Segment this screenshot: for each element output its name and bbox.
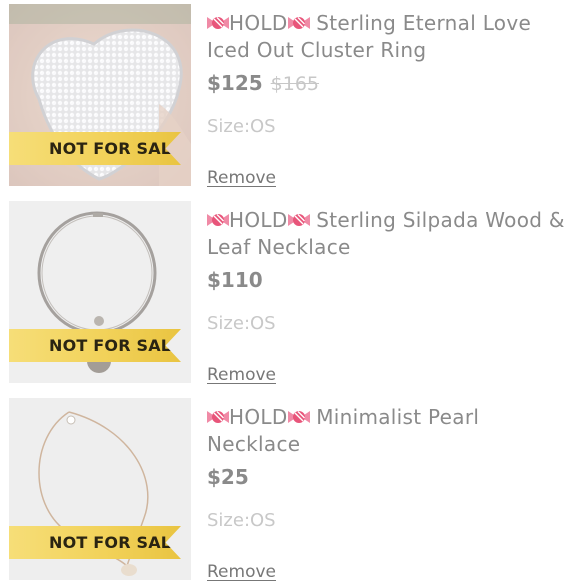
item-size: Size:OS: [207, 313, 276, 334]
price-row: $125 $165: [207, 71, 572, 99]
not-for-sale-badge: NOT FOR SALE: [9, 526, 181, 559]
hold-label: HOLD: [229, 11, 288, 35]
list-item: NOT FOR SALE HOLD Sterling Silpada Wood …: [0, 201, 580, 386]
list-item: NOT FOR SALE HOLD Sterling Eternal Love …: [0, 4, 580, 189]
candy-icon: [287, 406, 310, 424]
price-row: $110: [207, 268, 572, 296]
item-info: HOLD Minimalist Pearl Necklace $25 Size:…: [207, 398, 572, 582]
hold-label: HOLD: [229, 405, 288, 429]
remove-link[interactable]: Remove: [207, 168, 276, 188]
candy-icon: [207, 406, 229, 424]
price-row: $25: [207, 465, 572, 493]
item-original-price: $165: [270, 73, 320, 95]
item-price: $25: [207, 465, 249, 489]
item-info: HOLD Sterling Silpada Wood & Leaf Neckla…: [207, 201, 572, 385]
item-title[interactable]: HOLD Minimalist Pearl Necklace: [207, 398, 572, 458]
candy-icon: [207, 12, 229, 30]
list-item: NOT FOR SALE HOLD Minimalist Pearl Neckl…: [0, 398, 580, 583]
not-for-sale-badge: NOT FOR SALE: [9, 329, 181, 362]
item-size: Size:OS: [207, 116, 276, 137]
candy-icon: [207, 209, 229, 227]
item-title[interactable]: HOLD Sterling Eternal Love Iced Out Clus…: [207, 4, 572, 64]
remove-link[interactable]: Remove: [207, 365, 276, 385]
hold-label: HOLD: [229, 208, 288, 232]
remove-link[interactable]: Remove: [207, 562, 276, 582]
item-size: Size:OS: [207, 510, 276, 531]
candy-icon: [287, 209, 310, 227]
item-price: $110: [207, 268, 263, 292]
item-price: $125: [207, 71, 263, 95]
item-title[interactable]: HOLD Sterling Silpada Wood & Leaf Neckla…: [207, 201, 572, 261]
candy-icon: [287, 12, 310, 30]
item-info: HOLD Sterling Eternal Love Iced Out Clus…: [207, 4, 572, 188]
not-for-sale-badge: NOT FOR SALE: [9, 132, 181, 165]
